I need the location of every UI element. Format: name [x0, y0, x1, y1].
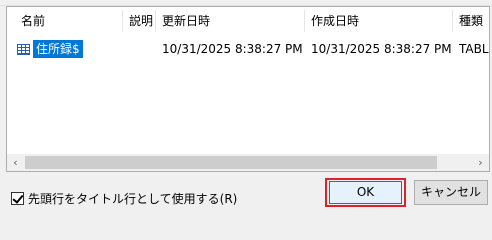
table-list[interactable]: 名前 説明 更新日時 作成日時 種類 住所録$ 10/31/2025 8:38:…	[6, 6, 490, 172]
table-icon	[17, 43, 30, 55]
column-header: 名前 説明 更新日時 作成日時 種類	[7, 7, 489, 32]
first-row-as-title-checkbox[interactable]	[11, 191, 24, 205]
table-row[interactable]: 住所録$ 10/31/2025 8:38:27 PM 10/31/2025 8:…	[7, 40, 489, 58]
column-header-created[interactable]: 作成日時	[305, 7, 359, 32]
first-row-as-title-label[interactable]: 先頭行をタイトル行として使用する(R)	[28, 190, 237, 207]
column-header-type[interactable]: 種類	[453, 7, 483, 32]
horizontal-scrollbar[interactable]: ‹ ›	[7, 154, 489, 171]
cancel-button[interactable]: キャンセル	[414, 180, 488, 205]
scroll-right-arrow-icon[interactable]: ›	[472, 154, 489, 171]
row-created: 10/31/2025 8:38:27 PM	[311, 42, 452, 56]
row-modified: 10/31/2025 8:38:27 PM	[162, 42, 303, 56]
scroll-left-arrow-icon[interactable]: ‹	[7, 154, 24, 171]
row-name-label: 住所録$	[33, 40, 83, 58]
column-header-description[interactable]: 説明	[123, 7, 153, 32]
ok-button[interactable]: OK	[329, 181, 402, 204]
first-row-as-title-option[interactable]: 先頭行をタイトル行として使用する(R)	[11, 190, 237, 206]
row-type: TABL	[459, 42, 489, 56]
column-header-modified[interactable]: 更新日時	[156, 7, 210, 32]
scroll-thumb[interactable]	[25, 156, 437, 169]
column-header-name[interactable]: 名前	[15, 7, 45, 32]
row-name-cell[interactable]: 住所録$	[17, 40, 83, 58]
